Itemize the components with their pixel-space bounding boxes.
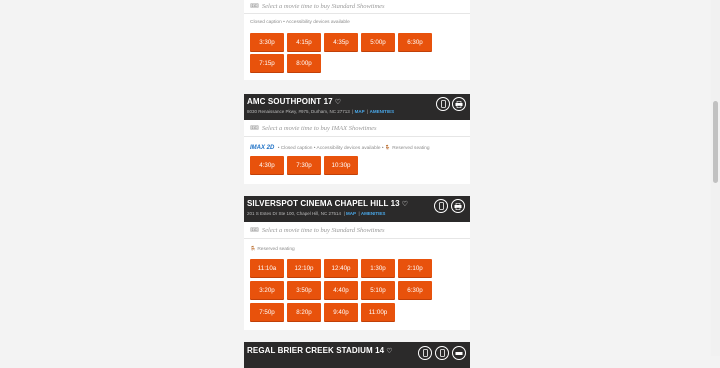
print-icon[interactable] bbox=[451, 199, 465, 213]
print-icon[interactable] bbox=[452, 97, 466, 111]
map-link[interactable]: MAP bbox=[355, 109, 365, 114]
divider bbox=[244, 238, 470, 239]
map-link[interactable]: MAP bbox=[346, 211, 356, 216]
showtime-button[interactable]: 8:00p bbox=[287, 54, 321, 72]
showtime-button[interactable]: 9:40p bbox=[324, 303, 358, 321]
showtime-button[interactable]: 10:30p bbox=[324, 156, 358, 174]
format-prompt[interactable]: 🎟 Select a movie time to buy IMAX Showtim… bbox=[250, 124, 377, 132]
showtime-button[interactable]: 3:20p bbox=[250, 281, 284, 299]
theater-address: 8030 Renaissance Pkwy, #975, Durham, NC … bbox=[247, 109, 395, 114]
showtime-button[interactable]: 7:30p bbox=[287, 156, 321, 174]
imax-logo: IMAX 2D bbox=[250, 145, 275, 151]
showtime-button[interactable]: 4:35p bbox=[324, 33, 358, 51]
theater-card: 🎟 Select a movie time to buy Standard Sho… bbox=[244, 0, 470, 80]
heart-icon[interactable]: ♡ bbox=[386, 348, 392, 355]
divider bbox=[244, 13, 470, 14]
showtime-button[interactable]: 6:30p bbox=[398, 33, 432, 51]
showtime-button[interactable]: 5:00p bbox=[361, 33, 395, 51]
amenities-text: Closed caption • Accessibility devices a… bbox=[250, 20, 350, 25]
amenities-link[interactable]: AMENITIES bbox=[370, 109, 395, 114]
print-icon[interactable] bbox=[452, 346, 466, 360]
amenities-text: IMAX 2D • Closed caption • Accessibility… bbox=[250, 145, 430, 151]
theater-header: REGAL BRIER CREEK STADIUM 14 ♡ bbox=[244, 342, 470, 368]
showtime-button[interactable]: 3:50p bbox=[287, 281, 321, 299]
showtime-button[interactable]: 4:30p bbox=[250, 156, 284, 174]
format-prompt[interactable]: 🎟 Select a movie time to buy Standard Sho… bbox=[250, 226, 385, 234]
seat-icon: 🪑 bbox=[384, 146, 391, 151]
theater-address: 201 S Estes Dr Ste 100, Chapel Hill, NC … bbox=[247, 211, 386, 216]
showtime-button[interactable]: 2:10p bbox=[398, 259, 432, 277]
theater-card: AMC SOUTHPOINT 17 ♡ 8030 Renaissance Pkwy… bbox=[244, 94, 470, 184]
showtime-button[interactable]: 12:40p bbox=[324, 259, 358, 277]
divider bbox=[244, 136, 470, 137]
phone-icon[interactable] bbox=[436, 97, 450, 111]
theater-header: SILVERSPOT CINEMA CHAPEL HILL 13 ♡ 201 S … bbox=[244, 196, 470, 222]
showtime-button[interactable]: 4:15p bbox=[287, 33, 321, 51]
showtime-button[interactable]: 7:15p bbox=[250, 54, 284, 72]
theater-name[interactable]: SILVERSPOT CINEMA CHAPEL HILL 13 ♡ bbox=[247, 199, 408, 208]
showtime-button[interactable]: 1:30p bbox=[361, 259, 395, 277]
theater-header: AMC SOUTHPOINT 17 ♡ 8030 Renaissance Pkwy… bbox=[244, 94, 470, 120]
showtime-button[interactable]: 4:40p bbox=[324, 281, 358, 299]
showtime-button[interactable]: 8:20p bbox=[287, 303, 321, 321]
amenities-text: 🪑 Reserved seating bbox=[250, 247, 295, 252]
showtime-button[interactable]: 5:10p bbox=[361, 281, 395, 299]
ticket-icon: 🎟 bbox=[250, 124, 259, 132]
showtime-button[interactable]: 11:10a bbox=[250, 259, 284, 277]
heart-icon[interactable]: ♡ bbox=[402, 201, 408, 208]
showtime-button[interactable]: 11:00p bbox=[361, 303, 395, 321]
seat-icon: 🪑 bbox=[250, 247, 256, 252]
ticket-icon: 🎟 bbox=[250, 226, 259, 234]
phone-icon[interactable] bbox=[434, 199, 448, 213]
phone-icon[interactable] bbox=[435, 346, 449, 360]
theater-name[interactable]: AMC SOUTHPOINT 17 ♡ bbox=[247, 97, 341, 106]
theater-name[interactable]: REGAL BRIER CREEK STADIUM 14 ♡ bbox=[247, 346, 393, 355]
showtime-button[interactable]: 7:50p bbox=[250, 303, 284, 321]
heart-icon[interactable]: ♡ bbox=[335, 99, 341, 106]
ticket-icon: 🎟 bbox=[250, 2, 259, 10]
format-prompt[interactable]: 🎟 Select a movie time to buy Standard Sho… bbox=[250, 2, 385, 10]
showtime-button[interactable]: 3:30p bbox=[250, 33, 284, 51]
phone-icon[interactable] bbox=[418, 346, 432, 360]
scrollbar-thumb[interactable] bbox=[713, 101, 718, 183]
showtime-button[interactable]: 12:10p bbox=[287, 259, 321, 277]
showtime-button[interactable]: 6:30p bbox=[398, 281, 432, 299]
theater-card: SILVERSPOT CINEMA CHAPEL HILL 13 ♡ 201 S … bbox=[244, 196, 470, 330]
amenities-link[interactable]: AMENITIES bbox=[361, 211, 386, 216]
theater-card: REGAL BRIER CREEK STADIUM 14 ♡ bbox=[244, 342, 470, 368]
